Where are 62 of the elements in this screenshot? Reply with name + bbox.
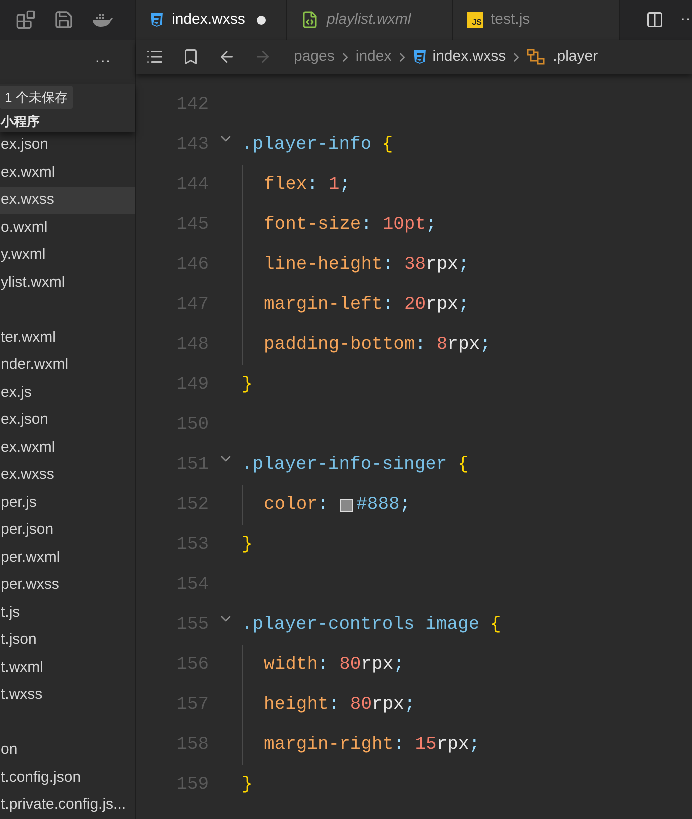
- code-line: .player-controls image {: [242, 614, 502, 636]
- code-line: line-height: 38rpx;: [264, 254, 470, 276]
- file-item[interactable]: ex.json: [0, 132, 135, 159]
- code-line: margin-right: 15rpx;: [264, 734, 480, 756]
- file-item[interactable]: per.json: [0, 516, 135, 544]
- css-file-icon: [412, 49, 427, 65]
- code-line: font-size: 10pt;: [264, 214, 437, 236]
- symbol-icon: [527, 49, 546, 65]
- css-file-icon: [150, 12, 164, 28]
- code-line: flex: 1;: [264, 174, 350, 196]
- file-item[interactable]: ex.wxss: [0, 462, 135, 489]
- breadcrumb-item[interactable]: pages: [294, 46, 335, 68]
- file-item[interactable]: t.wxml: [0, 654, 135, 682]
- editor-tab[interactable]: playlist.wxml: [287, 0, 453, 40]
- breadcrumb-item[interactable]: .player: [553, 46, 598, 68]
- editor-tab[interactable]: JS test.js: [453, 0, 620, 40]
- breadcrumb-item[interactable]: index: [356, 46, 392, 68]
- file-item[interactable]: per.wxss: [0, 572, 135, 599]
- breadcrumb-item[interactable]: index.wxss: [432, 46, 506, 68]
- back-icon[interactable]: [218, 48, 236, 66]
- extensions-icon[interactable]: [16, 10, 36, 30]
- file-item[interactable]: ex.wxml: [0, 159, 135, 186]
- code-line: .player-info-singer {: [242, 454, 469, 476]
- whale-icon[interactable]: [92, 12, 114, 28]
- color-swatch[interactable]: [340, 498, 353, 512]
- more-button[interactable]: ···: [95, 50, 111, 74]
- code-line: padding-bottom: 8rpx;: [264, 334, 491, 356]
- file-item[interactable]: t.config.json: [0, 764, 135, 792]
- code-line: margin-left: 20rpx;: [264, 294, 470, 316]
- code-line: }: [242, 774, 253, 796]
- file-item[interactable]: ylist.wxml: [0, 269, 135, 296]
- file-item[interactable]: on: [0, 736, 135, 764]
- file-item[interactable]: t.wxss: [0, 682, 135, 709]
- editor-tab[interactable]: index.wxss: [136, 0, 287, 40]
- file-item[interactable]: t.json: [0, 626, 135, 654]
- code-line: width: 80rpx;: [264, 654, 404, 676]
- project-title: 小程序: [0, 113, 41, 131]
- bookmark-icon[interactable]: [182, 48, 200, 66]
- file-item[interactable]: ex.json: [0, 406, 135, 434]
- file-item[interactable]: ex.wxss: [0, 186, 135, 214]
- file-item[interactable]: t.private.config.js...: [0, 792, 135, 819]
- unsaved-badge: 1 个未保存: [0, 86, 73, 109]
- file-item[interactable]: t.js: [0, 599, 135, 626]
- code-line: color: #888;: [264, 494, 411, 516]
- js-file-icon: JS: [467, 12, 483, 28]
- code-line: height: 80rpx;: [264, 694, 416, 716]
- file-item[interactable]: nder.wxml: [0, 352, 135, 379]
- file-item[interactable]: ex.wxml: [0, 434, 135, 462]
- file-item[interactable]: ex.js: [0, 379, 135, 406]
- code-file-icon: [301, 11, 319, 29]
- file-item[interactable]: ter.wxml: [0, 324, 135, 352]
- code-line: .player-info {: [242, 134, 394, 156]
- outline-icon[interactable]: [146, 48, 164, 66]
- file-item[interactable]: y.wxml: [0, 242, 135, 269]
- file-item[interactable]: o.wxml: [0, 214, 135, 242]
- file-item[interactable]: per.js: [0, 489, 135, 516]
- save-icon[interactable]: [54, 10, 74, 30]
- more-button[interactable]: ··: [680, 8, 691, 32]
- split-editor-icon[interactable]: [646, 11, 664, 29]
- file-item[interactable]: per.wxml: [0, 544, 135, 572]
- code-line: }: [242, 374, 253, 396]
- code-line: }: [242, 534, 253, 556]
